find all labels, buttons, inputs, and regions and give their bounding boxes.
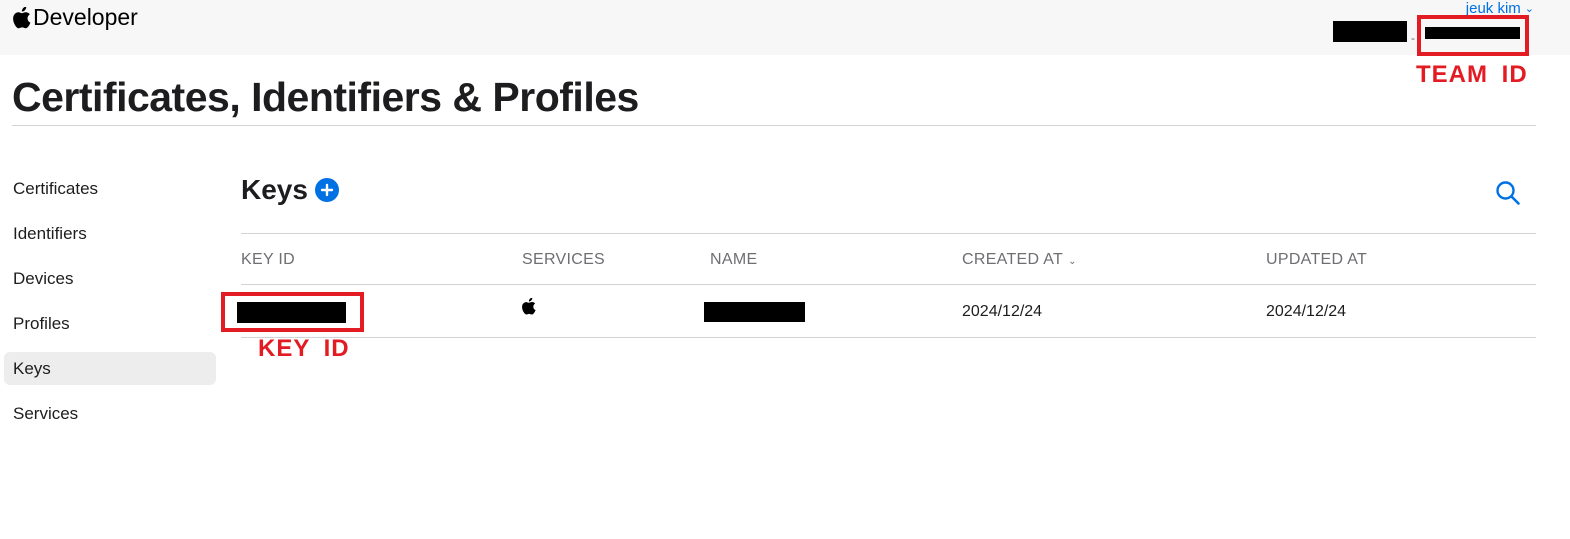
- table-header-rule: [241, 284, 1536, 285]
- sidebar-item-profiles[interactable]: Profiles: [4, 307, 216, 340]
- sidebar-item-label: Identifiers: [13, 223, 87, 243]
- sidebar-item-label: Keys: [13, 358, 51, 378]
- search-icon: [1496, 181, 1520, 205]
- column-header-key-id[interactable]: KEY ID: [241, 251, 295, 269]
- table-top-rule: [241, 233, 1536, 234]
- page-title: Certificates, Identifiers & Profiles: [12, 74, 639, 120]
- sidebar-nav: Certificates Identifiers Devices Profile…: [4, 172, 216, 442]
- plus-icon: [320, 183, 334, 197]
- keys-section-header: Keys: [241, 174, 339, 206]
- team-separator: -: [1411, 31, 1415, 45]
- apple-icon: [522, 298, 536, 315]
- team-id-annotation-box: [1417, 15, 1529, 56]
- section-title: Keys: [241, 174, 308, 205]
- sort-chevron-down-icon: ⌄: [1068, 256, 1077, 267]
- global-header: Developer jeuk kim ⌄ -: [0, 0, 1570, 55]
- key-id-annotation-box: [221, 292, 364, 332]
- table-bottom-rule: [241, 337, 1536, 338]
- created-at-cell: 2024/12/24: [962, 303, 1043, 320]
- sidebar-item-services[interactable]: Services: [4, 397, 216, 430]
- apple-logo-icon: [13, 6, 31, 28]
- sidebar-item-label: Profiles: [13, 313, 70, 333]
- team-name-redacted: [1333, 21, 1407, 42]
- search-button[interactable]: [1494, 179, 1522, 207]
- sidebar-item-devices[interactable]: Devices: [4, 262, 216, 295]
- brand-text: Developer: [33, 4, 138, 30]
- column-header-updated-at[interactable]: UPDATED AT: [1266, 251, 1367, 269]
- developer-logo[interactable]: Developer: [13, 4, 138, 31]
- sidebar-item-label: Certificates: [13, 178, 99, 198]
- updated-at-cell: 2024/12/24: [1266, 303, 1347, 320]
- chevron-down-icon: ⌄: [1524, 3, 1534, 15]
- add-key-button[interactable]: [314, 178, 339, 202]
- sidebar-item-label: Services: [13, 403, 79, 423]
- sidebar-item-identifiers[interactable]: Identifiers: [4, 217, 216, 250]
- team-id-annotation-label: TEAM ID: [1416, 61, 1528, 88]
- column-header-services[interactable]: SERVICES: [522, 251, 605, 269]
- sidebar-item-keys[interactable]: Keys: [4, 352, 216, 385]
- sidebar-item-label: Devices: [13, 268, 74, 288]
- column-header-name[interactable]: NAME: [710, 251, 757, 269]
- sidebar-item-certificates[interactable]: Certificates: [4, 172, 216, 205]
- title-divider: [12, 125, 1536, 126]
- column-header-created-at[interactable]: CREATED AT ⌄: [962, 251, 1077, 269]
- key-name-redacted: [704, 302, 805, 322]
- key-id-annotation-label: KEY ID: [258, 335, 350, 362]
